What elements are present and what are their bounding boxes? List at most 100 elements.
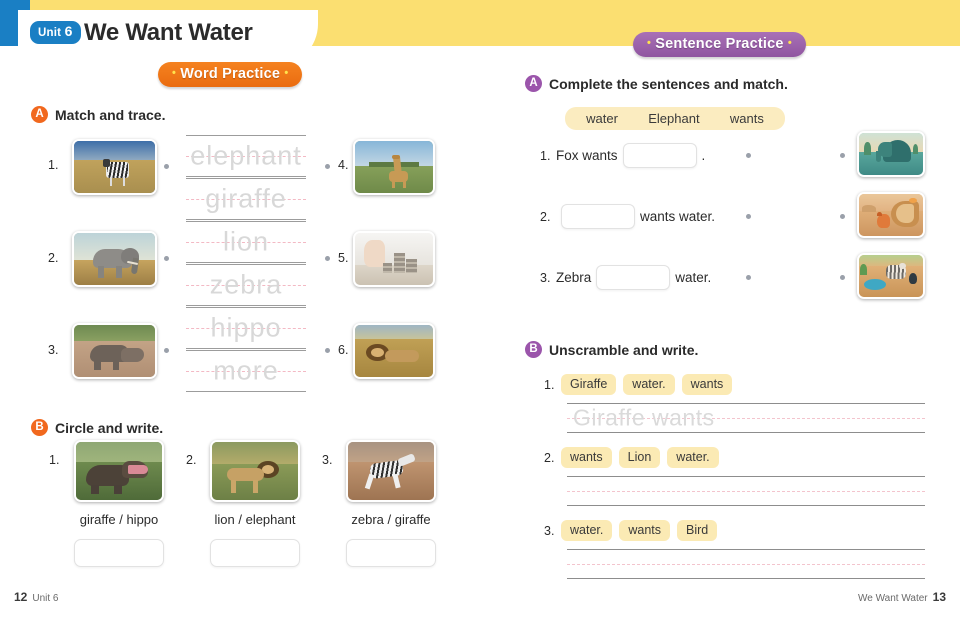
unit-badge-number: 6 (64, 23, 73, 39)
badge-dot-left-icon: • (172, 67, 177, 79)
unscramble-row: 1. Giraffe water. wants (544, 374, 739, 395)
word-chip[interactable]: water. (623, 374, 675, 395)
trace-row[interactable]: elephant (186, 135, 306, 177)
page-title: We Want Water (84, 19, 253, 46)
trace-row[interactable]: zebra (186, 264, 306, 306)
fox-with-horn-illustration[interactable] (857, 192, 925, 238)
trace-line-top (186, 350, 306, 352)
word-chip[interactable]: Lion (618, 447, 661, 468)
sentence-text-after: . (701, 148, 706, 163)
match-dot[interactable] (325, 348, 330, 353)
section-letter-badge: B (31, 419, 48, 436)
match-dot[interactable] (840, 214, 845, 219)
item-number: 1. (544, 377, 555, 392)
trace-row[interactable]: hippo (186, 307, 306, 349)
hippo-open-mouth-photo[interactable] (74, 440, 164, 502)
giraffe-photo[interactable] (353, 139, 435, 195)
item-number: 2. (186, 453, 197, 467)
match-dot[interactable] (164, 348, 169, 353)
trace-line-top (186, 264, 306, 266)
word-chip[interactable]: Giraffe (561, 374, 617, 395)
answer-box[interactable] (346, 539, 436, 567)
write-line-top (567, 549, 925, 551)
word-chip[interactable]: wants (619, 520, 671, 541)
zebra-and-bird-waterhole-illustration[interactable] (857, 253, 925, 299)
sentence-practice-badge: • Sentence Practice • (633, 32, 806, 57)
footer-left: 12 Unit 6 (14, 590, 58, 604)
badge-dot-right-icon: • (284, 67, 289, 79)
sentence-blank-input[interactable] (561, 204, 635, 229)
trace-line-bottom (186, 175, 306, 177)
answer-box[interactable] (74, 539, 164, 567)
word-chip[interactable]: Bird (677, 520, 718, 541)
sentence-row: 3. Zebra water. (540, 265, 711, 290)
answer-box[interactable] (210, 539, 300, 567)
coins-hand-photo[interactable] (353, 231, 435, 287)
write-line[interactable] (567, 476, 925, 506)
trace-row[interactable]: lion (186, 221, 306, 263)
footer-label: We Want Water (857, 593, 928, 604)
trace-line-top (186, 135, 306, 137)
sentence-practice-label: Sentence Practice (655, 36, 784, 52)
word-practice-label: Word Practice (180, 66, 281, 82)
write-line-bottom (567, 504, 925, 506)
elephant-photo[interactable] (72, 231, 157, 287)
trace-word: zebra (209, 269, 283, 300)
unscramble-row: 3. water. wants Bird (544, 520, 724, 541)
footer-label: Unit 6 (32, 593, 59, 604)
trace-line-bottom (186, 390, 306, 392)
word-bank-word[interactable]: Elephant (648, 111, 699, 126)
section-title: Unscramble and write. (549, 341, 699, 358)
trace-line-bottom (186, 304, 306, 306)
sentence-row: 1. Fox wants . (540, 143, 705, 168)
hippo-photo[interactable] (72, 323, 157, 379)
zebra-running-photo[interactable] (346, 440, 436, 502)
write-line[interactable]: Giraffe wants (567, 403, 925, 433)
write-line[interactable] (567, 549, 925, 579)
item-number: 2. (540, 209, 551, 224)
match-dot[interactable] (325, 256, 330, 261)
word-chip[interactable]: water. (667, 447, 719, 468)
match-dot[interactable] (746, 275, 751, 280)
word-chip[interactable]: wants (681, 374, 733, 395)
item-number: 1. (49, 453, 60, 467)
trace-word: elephant (190, 140, 302, 171)
match-dot[interactable] (746, 214, 751, 219)
zebra-photo[interactable] (72, 139, 157, 195)
item-number: 2. (544, 450, 555, 465)
word-chip[interactable]: water. (561, 520, 613, 541)
section-letter-badge: A (525, 75, 542, 92)
match-dot[interactable] (746, 153, 751, 158)
section-title: Match and trace. (55, 106, 166, 123)
sentence-blank-input[interactable] (622, 143, 697, 168)
sentence-text-after: wants water. (640, 209, 716, 224)
lion-walking-photo[interactable] (210, 440, 300, 502)
section-letter-badge: B (525, 341, 542, 358)
choice-text[interactable]: giraffe / hippo (74, 512, 164, 527)
word-bank-word[interactable]: water (586, 111, 618, 126)
choice-text[interactable]: zebra / giraffe (341, 512, 441, 527)
trace-row[interactable]: more (186, 350, 306, 392)
match-dot[interactable] (325, 164, 330, 169)
item-number: 3. (322, 453, 333, 467)
word-bank: water Elephant wants (565, 107, 785, 130)
match-dot[interactable] (164, 164, 169, 169)
match-dot[interactable] (164, 256, 169, 261)
page-number: 13 (932, 590, 946, 604)
trace-line-top (186, 178, 306, 180)
elephant-in-water-illustration[interactable] (857, 131, 925, 177)
word-chip[interactable]: wants (561, 447, 612, 468)
word-practice-badge: • Word Practice • (158, 62, 303, 87)
trace-row[interactable]: giraffe (186, 178, 306, 220)
section-title: Circle and write. (55, 419, 164, 436)
match-dot[interactable] (840, 153, 845, 158)
choice-text[interactable]: lion / elephant (205, 512, 305, 527)
sentence-row: 2. wants water. (540, 204, 715, 229)
trace-word: lion (222, 226, 270, 257)
left-section-a-heading: A Match and trace. (31, 106, 165, 123)
match-dot[interactable] (840, 275, 845, 280)
sentence-blank-input[interactable] (596, 265, 671, 290)
trace-word: giraffe (205, 183, 287, 214)
word-bank-word[interactable]: wants (730, 111, 764, 126)
lion-photo[interactable] (353, 323, 435, 379)
